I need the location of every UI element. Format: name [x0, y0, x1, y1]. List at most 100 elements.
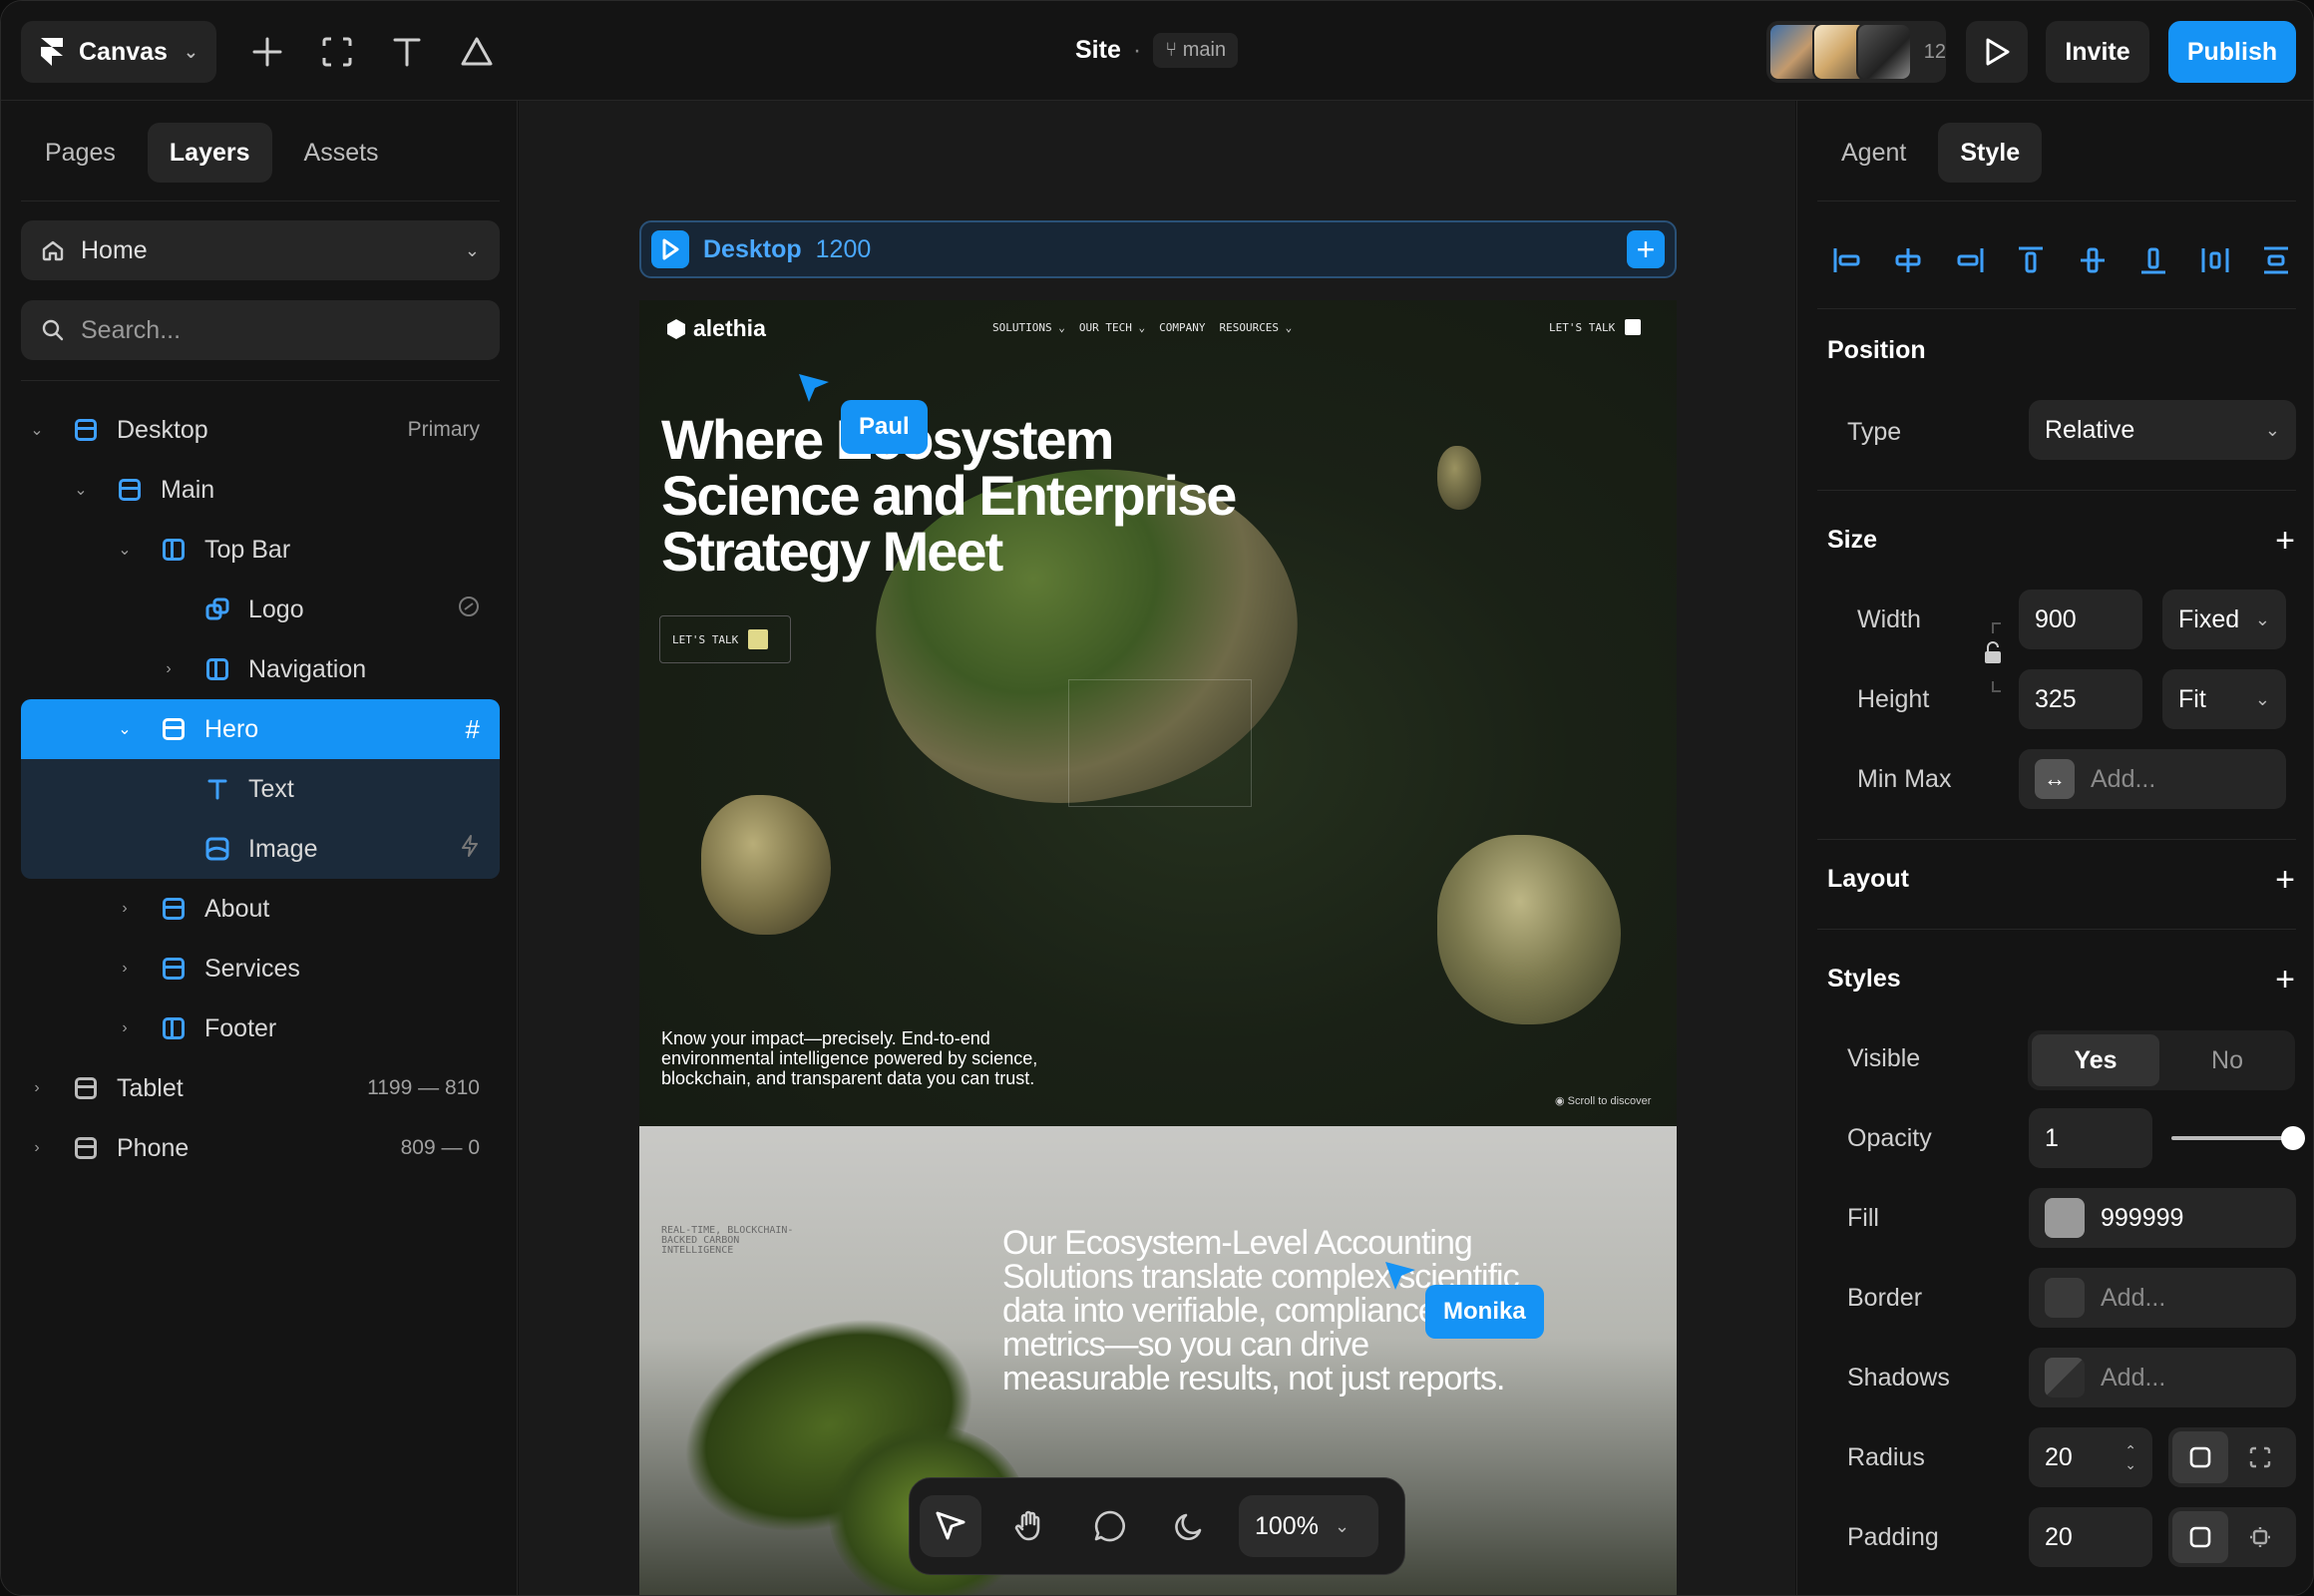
- site-nav-cta[interactable]: LET'S TALK: [1549, 319, 1642, 335]
- chevron-right-icon[interactable]: ›: [27, 1139, 47, 1157]
- align-center-v-button[interactable]: [2073, 240, 2113, 280]
- hero-description[interactable]: Know your impact—precisely. End-to-end e…: [661, 1028, 1100, 1088]
- radius-input[interactable]: 20 ⌃ ⌄: [2029, 1427, 2152, 1487]
- height-mode-select[interactable]: Fit ⌄: [2162, 669, 2286, 729]
- nav-company[interactable]: COMPANY: [1159, 321, 1205, 334]
- chevron-right-icon[interactable]: ›: [27, 1079, 47, 1097]
- hero-cta-button[interactable]: LET'S TALK: [659, 615, 791, 663]
- opacity-input[interactable]: 1: [2029, 1108, 2152, 1168]
- layer-row-text[interactable]: Text: [21, 759, 500, 819]
- text-tool-button[interactable]: [384, 29, 430, 75]
- opacity-slider-handle[interactable]: [2281, 1126, 2305, 1150]
- width-input[interactable]: 900: [2019, 590, 2142, 649]
- add-breakpoint-button[interactable]: +: [1627, 230, 1665, 268]
- align-top-button[interactable]: [2011, 240, 2051, 280]
- padding-input[interactable]: 20: [2029, 1507, 2152, 1567]
- layer-row-services[interactable]: › Services: [21, 939, 500, 998]
- padding-individual-button[interactable]: [2232, 1511, 2288, 1563]
- chevron-down-icon[interactable]: ⌄: [115, 540, 135, 560]
- position-type-select[interactable]: Relative ⌄: [2029, 400, 2296, 460]
- publish-button[interactable]: Publish: [2168, 21, 2296, 83]
- layer-row-image[interactable]: Image: [21, 819, 500, 879]
- layer-row-hero[interactable]: ⌄ Hero #: [21, 699, 500, 759]
- align-bottom-button[interactable]: [2133, 240, 2173, 280]
- preview-button[interactable]: [1966, 21, 2028, 83]
- insert-tool-button[interactable]: [244, 29, 290, 75]
- stepper-icon[interactable]: ⌃ ⌄: [2124, 1443, 2136, 1471]
- hero-section[interactable]: alethia SOLUTIONS ⌄ OUR TECH ⌄ COMPANY R…: [639, 300, 1677, 1126]
- visible-no-option[interactable]: No: [2163, 1034, 2291, 1086]
- minmax-field[interactable]: ↔ Add...: [2019, 749, 2286, 809]
- frame-hash-icon: #: [465, 713, 480, 744]
- width-value: 900: [2035, 604, 2077, 633]
- radius-value: 20: [2045, 1442, 2073, 1471]
- tab-layers[interactable]: Layers: [147, 123, 272, 183]
- project-menu-button[interactable]: Canvas ⌄: [21, 21, 216, 83]
- distribute-vertical-button[interactable]: [2256, 240, 2296, 280]
- opacity-slider[interactable]: [2171, 1126, 2305, 1150]
- chevron-down-icon[interactable]: ⌄: [71, 480, 91, 500]
- comment-tool-button[interactable]: [1079, 1495, 1141, 1557]
- layer-row-desktop[interactable]: ⌄ Desktop Primary: [21, 400, 500, 460]
- frame-tool-button[interactable]: [314, 29, 360, 75]
- width-mode-select[interactable]: Fixed ⌄: [2162, 590, 2286, 649]
- page-select[interactable]: Home ⌄: [21, 220, 500, 280]
- shadows-field[interactable]: Add...: [2029, 1348, 2296, 1407]
- add-size-button[interactable]: +: [2275, 524, 2295, 558]
- radius-all-button[interactable]: [2172, 1431, 2228, 1483]
- hero-headline[interactable]: Where Ecosystem Science and Enterprise S…: [661, 412, 1260, 580]
- frame-header[interactable]: Desktop 1200 +: [639, 220, 1677, 278]
- layer-row-top-bar[interactable]: ⌄ Top Bar: [21, 520, 500, 580]
- layer-row-tablet[interactable]: › Tablet 1199 — 810: [21, 1058, 500, 1118]
- height-input[interactable]: 325: [2019, 669, 2142, 729]
- layer-row-footer[interactable]: › Footer: [21, 998, 500, 1058]
- nav-resources[interactable]: RESOURCES ⌄: [1219, 321, 1292, 334]
- zoom-select[interactable]: 100% ⌄: [1239, 1495, 1378, 1557]
- padding-all-button[interactable]: [2172, 1511, 2228, 1563]
- branch-badge[interactable]: ⑂ main: [1153, 33, 1239, 68]
- layer-search-input[interactable]: Search...: [21, 300, 500, 360]
- nav-solutions[interactable]: SOLUTIONS ⌄: [992, 321, 1065, 334]
- collaborators[interactable]: 12: [1766, 21, 1946, 83]
- hand-tool-button[interactable]: [999, 1495, 1061, 1557]
- chevron-right-icon[interactable]: ›: [115, 1019, 135, 1037]
- layer-row-phone[interactable]: › Phone 809 — 0: [21, 1118, 500, 1178]
- fill-swatch[interactable]: [2045, 1198, 2085, 1238]
- aspect-lock-button[interactable]: [1983, 619, 2003, 695]
- dark-mode-toggle[interactable]: [1159, 1495, 1221, 1557]
- visible-yes-option[interactable]: Yes: [2032, 1034, 2159, 1086]
- align-left-button[interactable]: [1827, 240, 1867, 280]
- pointer-icon: [936, 1511, 965, 1540]
- radius-individual-button[interactable]: [2232, 1431, 2288, 1483]
- site-title[interactable]: Site · ⑂ main: [1075, 33, 1239, 68]
- align-center-h-button[interactable]: [1888, 240, 1928, 280]
- layer-row-navigation[interactable]: › Navigation: [21, 639, 500, 699]
- right-panel: Agent Style Position Type Relative ⌄ Siz…: [1796, 101, 2313, 1595]
- border-field[interactable]: Add...: [2029, 1268, 2296, 1328]
- tab-assets[interactable]: Assets: [282, 123, 401, 183]
- align-right-button[interactable]: [1950, 240, 1990, 280]
- tab-style[interactable]: Style: [1938, 123, 2043, 183]
- layer-row-main[interactable]: ⌄ Main: [21, 460, 500, 520]
- add-layout-button[interactable]: +: [2275, 863, 2295, 897]
- tab-pages[interactable]: Pages: [23, 123, 138, 183]
- invite-button[interactable]: Invite: [2046, 21, 2149, 83]
- tab-agent[interactable]: Agent: [1819, 123, 1928, 183]
- chevron-down-icon[interactable]: ⌄: [27, 420, 47, 440]
- arrow-icon: [748, 629, 769, 649]
- chevron-right-icon[interactable]: ›: [115, 900, 135, 918]
- desktop-frame[interactable]: alethia SOLUTIONS ⌄ OUR TECH ⌄ COMPANY R…: [639, 300, 1677, 1595]
- site-logo[interactable]: alethia: [665, 315, 766, 342]
- nav-our-tech[interactable]: OUR TECH ⌄: [1079, 321, 1145, 334]
- fill-field[interactable]: 999999: [2029, 1188, 2296, 1248]
- select-tool-button[interactable]: [920, 1495, 981, 1557]
- add-style-button[interactable]: +: [2275, 963, 2295, 997]
- chevron-right-icon[interactable]: ›: [115, 960, 135, 978]
- vector-tool-button[interactable]: [454, 29, 500, 75]
- chevron-right-icon[interactable]: ›: [159, 660, 179, 678]
- layer-row-about[interactable]: › About: [21, 879, 500, 939]
- distribute-horizontal-button[interactable]: [2195, 240, 2235, 280]
- opacity-label: Opacity: [1847, 1124, 1932, 1152]
- chevron-down-icon[interactable]: ⌄: [115, 719, 135, 739]
- layer-row-logo[interactable]: Logo: [21, 580, 500, 639]
